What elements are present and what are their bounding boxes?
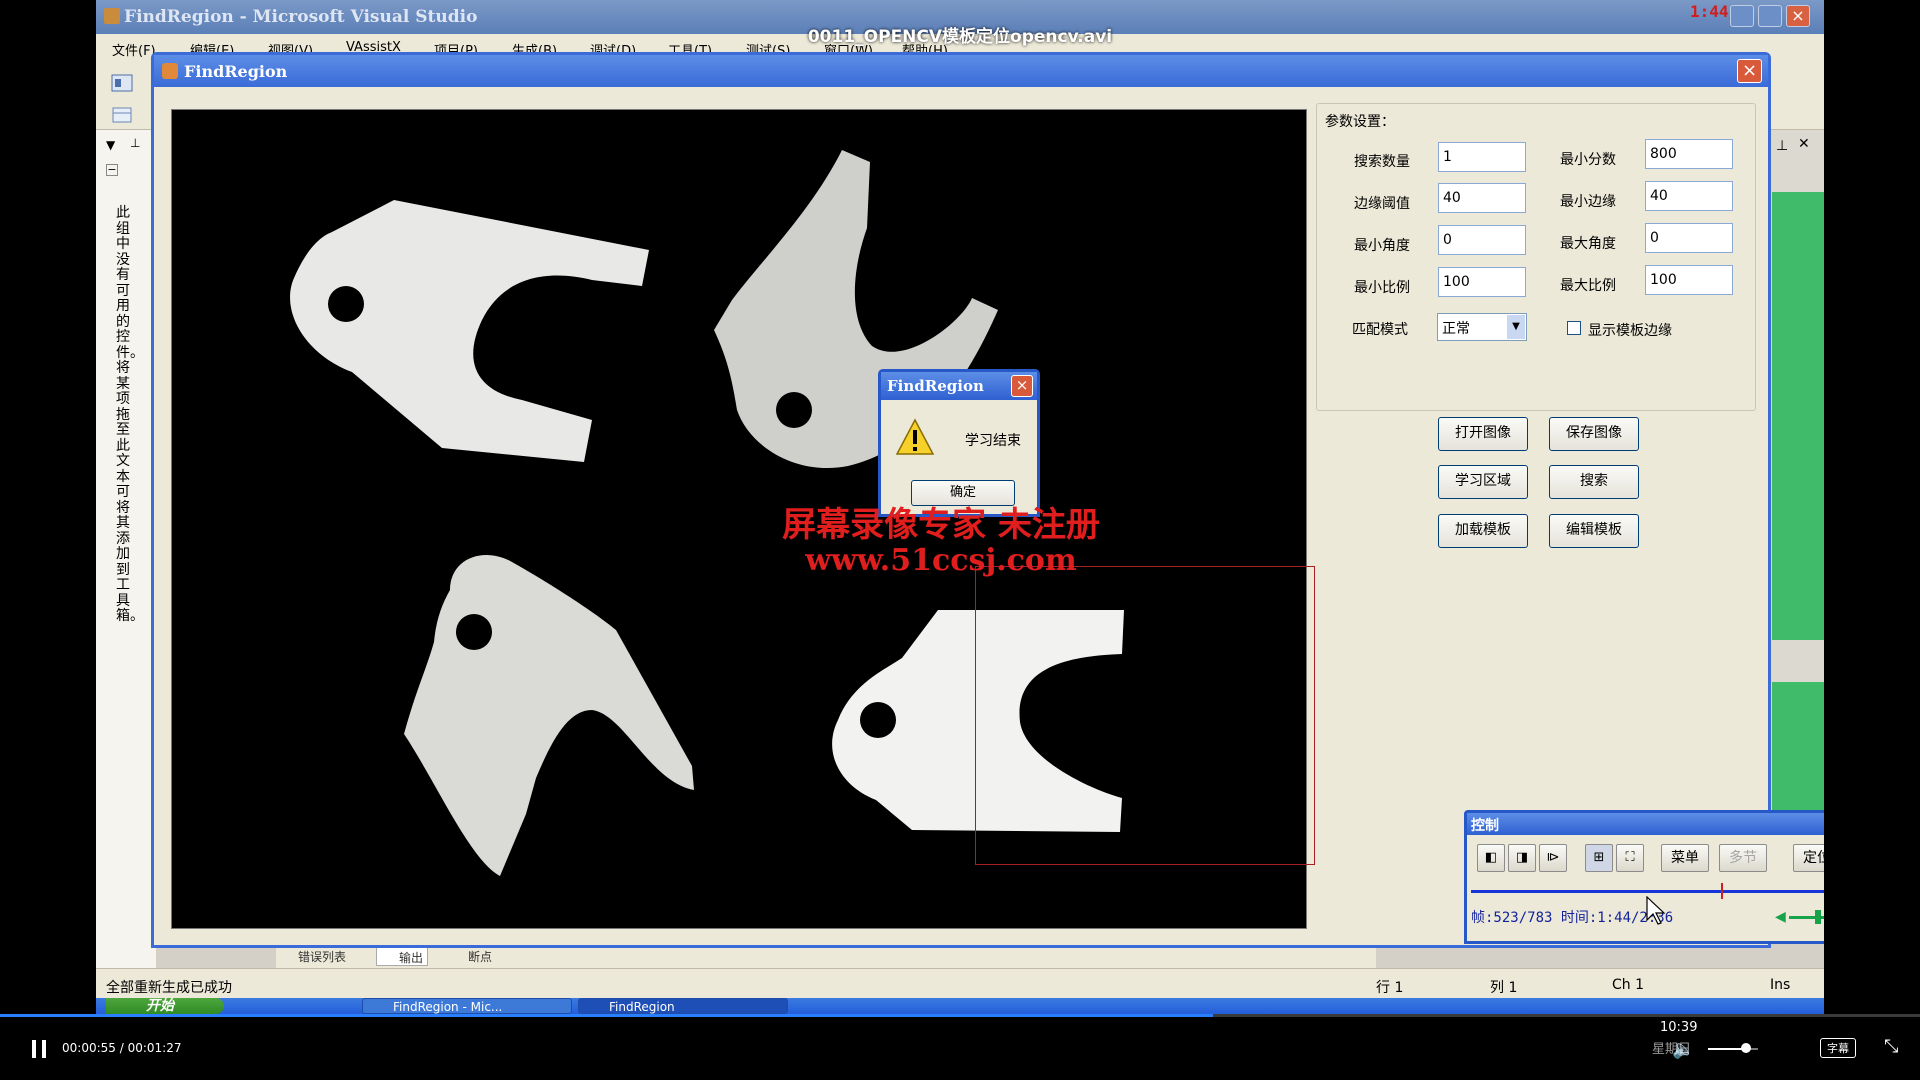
findregion-titlebar: FindRegion × xyxy=(154,55,1768,87)
properties-pane xyxy=(1772,192,1824,640)
next-button[interactable]: ⧐ xyxy=(1539,844,1567,872)
min-angle-input[interactable] xyxy=(1438,225,1526,255)
app-icon xyxy=(162,63,178,79)
message-text: 学习结束 xyxy=(965,433,1021,449)
search-count-label: 搜索数量 xyxy=(1354,154,1410,170)
metal-part xyxy=(290,200,649,462)
fit-window-button[interactable]: ⊞ xyxy=(1585,844,1613,872)
tab-output[interactable]: 输出 xyxy=(376,946,429,966)
warning-icon xyxy=(895,418,935,455)
findregion-title: FindRegion xyxy=(184,62,288,81)
edge-threshold-label: 边缘阈值 xyxy=(1354,196,1410,212)
status-ch: Ch 1 xyxy=(1612,977,1645,993)
menu-button[interactable]: 菜单 xyxy=(1661,844,1709,872)
load-template-button[interactable]: 加载模板 xyxy=(1438,514,1528,548)
min-score-input[interactable] xyxy=(1645,139,1733,169)
min-scale-input[interactable] xyxy=(1438,267,1526,297)
progress-fill xyxy=(0,1014,1214,1017)
player-controls: 00:00:55 / 00:01:27 10:39 星期日 🔈 字幕 ⤡ xyxy=(0,1014,1920,1080)
time-label: 00:00:55 / 00:01:27 xyxy=(62,1041,182,1055)
subtitle-button[interactable]: 字幕 xyxy=(1820,1038,1856,1058)
progress-track[interactable] xyxy=(0,1014,1920,1017)
taskbar-item-findregion[interactable]: FindRegion xyxy=(578,998,788,1014)
match-rectangle xyxy=(975,566,1315,865)
chevron-down-icon[interactable]: ▼ xyxy=(106,138,115,152)
match-mode-value: 正常 xyxy=(1442,321,1470,337)
toolbox-empty-text: 此组中没有可用的控件。将某项拖至此文本可将其添加到工具箱。 xyxy=(116,205,144,624)
taskbar-item-vs-label: FindRegion - Mic... xyxy=(393,1000,503,1014)
max-scale-input[interactable] xyxy=(1645,265,1733,295)
message-box-titlebar: FindRegion × xyxy=(881,372,1037,400)
start-label: 开始 xyxy=(146,998,174,1014)
param-group-label: 参数设置： xyxy=(1322,111,1398,131)
save-image-button[interactable]: 保存图像 xyxy=(1549,417,1639,451)
metal-part xyxy=(404,554,694,876)
volume-icon[interactable]: ◀ xyxy=(1775,909,1786,925)
control-titlebar: 控制 × xyxy=(1467,813,1824,835)
pause-button[interactable]: ◨ xyxy=(1508,844,1536,872)
taskbar-item-vs[interactable]: FindRegion - Mic... xyxy=(362,998,572,1014)
mouse-cursor-icon xyxy=(1646,896,1666,925)
status-ins: Ins xyxy=(1770,977,1791,993)
edit-template-button[interactable]: 编辑模板 xyxy=(1549,514,1639,548)
frame-slider[interactable] xyxy=(1471,883,1824,899)
exit-fullscreen-icon[interactable]: ⤡ xyxy=(1884,1036,1898,1057)
min-angle-label: 最小角度 xyxy=(1354,238,1410,254)
stop-button[interactable]: ◧ xyxy=(1477,844,1505,872)
taskbar-item-findregion-label: FindRegion xyxy=(609,1000,675,1014)
min-score-label: 最小分数 xyxy=(1560,152,1616,168)
vs-statusbar: 全部重新生成已成功 行 1 列 1 Ch 1 Ins xyxy=(96,968,1824,998)
open-image-button[interactable]: 打开图像 xyxy=(1438,417,1528,451)
chevron-down-icon[interactable]: ▼ xyxy=(1507,315,1525,339)
pin-icon[interactable]: ⊥ xyxy=(1776,138,1788,154)
learn-region-button[interactable]: 学习区域 xyxy=(1438,465,1528,499)
collapse-icon[interactable]: − xyxy=(106,164,118,176)
section-button[interactable]: 多节 xyxy=(1719,844,1767,872)
recorded-screen: FindRegion - Microsoft Visual Studio 1:4… xyxy=(96,0,1824,1014)
volume-knob[interactable] xyxy=(1815,910,1821,924)
ok-button[interactable]: 确定 xyxy=(911,480,1015,506)
pause-button[interactable] xyxy=(28,1038,50,1060)
start-button[interactable]: 开始 xyxy=(106,998,224,1014)
fullscreen-button[interactable]: ⛶ xyxy=(1616,844,1644,872)
recorder-control-panel: 控制 × ◧ ◨ ⧐ ⊞ ⛶ 菜单 多节 定位 帧:523/783 时间:1:4… xyxy=(1464,810,1824,944)
toolbox-panel: ▼ ⊥ − 此组中没有可用的控件。将某项拖至此文本可将其添加到工具箱。 xyxy=(96,130,156,970)
pin-icon[interactable]: ⊥ xyxy=(130,136,140,150)
match-mode-select[interactable]: 正常 ▼ xyxy=(1437,313,1527,341)
taskbar-overlay: 开始 FindRegion - Mic... FindRegion xyxy=(96,998,1824,1014)
edge-threshold-input[interactable] xyxy=(1438,183,1526,213)
frame-slider-marker[interactable] xyxy=(1720,883,1723,899)
match-mode-label: 匹配模式 xyxy=(1352,322,1408,338)
volume-knob[interactable] xyxy=(1741,1043,1751,1053)
locate-button[interactable]: 定位 xyxy=(1793,844,1824,872)
close-button[interactable]: × xyxy=(1737,59,1762,83)
show-edge-label: 显示模板边缘 xyxy=(1588,323,1672,339)
tray-day: 星期日 xyxy=(1652,1042,1692,1057)
show-edge-checkbox[interactable] xyxy=(1567,321,1581,335)
status-col: 列 1 xyxy=(1490,980,1518,996)
status-message: 全部重新生成已成功 xyxy=(106,980,232,996)
frame-status: 帧:523/783 时间:1:44/2:36 xyxy=(1471,910,1674,926)
close-button[interactable]: × xyxy=(1011,375,1033,397)
min-edge-input[interactable] xyxy=(1645,181,1733,211)
min-scale-label: 最小比例 xyxy=(1354,280,1410,296)
max-angle-input[interactable] xyxy=(1645,223,1733,253)
search-button[interactable]: 搜索 xyxy=(1549,465,1639,499)
control-title: 控制 xyxy=(1471,818,1499,834)
server-explorer-icon[interactable] xyxy=(110,104,136,126)
search-count-input[interactable] xyxy=(1438,142,1526,172)
status-row: 行 1 xyxy=(1376,980,1404,996)
min-edge-label: 最小边缘 xyxy=(1560,194,1616,210)
tray-clock: 10:39 xyxy=(1660,1020,1698,1035)
video-title: 0011_OPENCV模板定位opencv.avi xyxy=(807,27,1113,47)
tab-error-list[interactable]: 错误列表 xyxy=(276,946,350,966)
close-icon[interactable]: ✕ xyxy=(1798,136,1810,152)
toolbox-icon[interactable] xyxy=(110,72,136,94)
message-box: FindRegion × 学习结束 确定 xyxy=(878,369,1040,517)
max-angle-label: 最大角度 xyxy=(1560,236,1616,252)
tab-breakpoints[interactable]: 断点 xyxy=(446,946,496,966)
max-scale-label: 最大比例 xyxy=(1560,278,1616,294)
message-box-title: FindRegion xyxy=(887,377,984,395)
